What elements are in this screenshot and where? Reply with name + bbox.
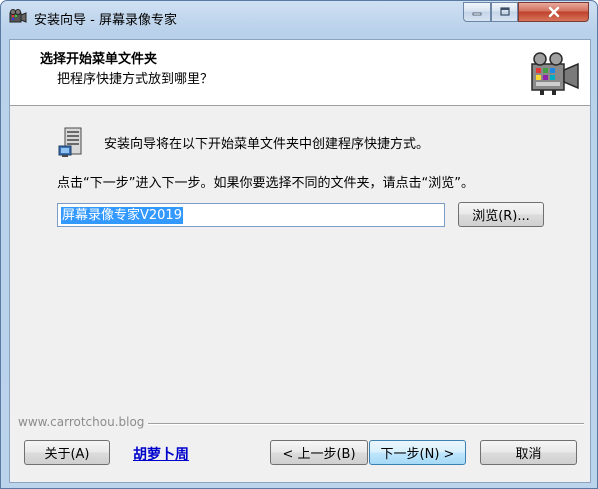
back-button[interactable]: < 上一步(B) bbox=[270, 440, 368, 465]
wizard-header: 选择开始菜单文件夹 把程序快捷方式放到哪里？ bbox=[10, 40, 590, 106]
video-camera-icon bbox=[531, 52, 579, 95]
program-group-icon bbox=[58, 127, 82, 157]
author-link[interactable]: 胡萝卜周 bbox=[133, 444, 189, 464]
minimize-icon bbox=[472, 12, 482, 16]
camera-icon bbox=[9, 9, 27, 23]
folder-input-value: 屏幕录像专家V2019 bbox=[61, 206, 183, 224]
maximize-icon bbox=[499, 7, 510, 16]
close-button[interactable] bbox=[518, 2, 589, 22]
watermark-divider: www.carrotchou.blog bbox=[16, 415, 586, 431]
maximize-button[interactable] bbox=[491, 2, 518, 22]
installer-window: 安装向导 - 屏幕录像专家 选择开始菜单文件夹 把程序快捷方式放到哪里？ 安装向… bbox=[0, 0, 598, 489]
browse-button[interactable]: 浏览(R)... bbox=[458, 202, 544, 227]
close-icon bbox=[548, 6, 559, 18]
intro-text: 安装向导将在以下开始菜单文件夹中创建程序快捷方式。 bbox=[104, 137, 430, 152]
page-title: 选择开始菜单文件夹 bbox=[40, 52, 158, 67]
window-title: 安装向导 - 屏幕录像专家 bbox=[34, 13, 177, 28]
footer-divider bbox=[148, 423, 584, 425]
watermark-text: www.carrotchou.blog bbox=[18, 415, 145, 429]
about-button[interactable]: 关于(A) bbox=[24, 440, 110, 465]
page-subtitle: 把程序快捷方式放到哪里？ bbox=[57, 72, 214, 87]
instruction-text: 点击“下一步”进入下一步。如果你要选择不同的文件夹，请点击“浏览”。 bbox=[57, 176, 474, 191]
next-button[interactable]: 下一步(N) > bbox=[369, 440, 466, 465]
start-menu-folder-input[interactable]: 屏幕录像专家V2019 bbox=[57, 203, 445, 227]
wizard-page: 选择开始菜单文件夹 把程序快捷方式放到哪里？ 安装向导将在以下开始菜单文件夹中创… bbox=[9, 39, 591, 483]
title-bar[interactable]: 安装向导 - 屏幕录像专家 bbox=[1, 1, 597, 33]
minimize-button[interactable] bbox=[463, 2, 491, 22]
cancel-button[interactable]: 取消 bbox=[480, 440, 577, 465]
